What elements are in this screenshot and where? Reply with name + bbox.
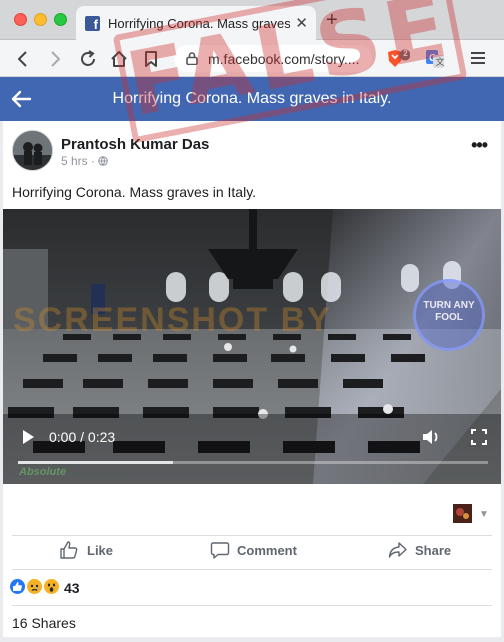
author-avatar[interactable] xyxy=(12,130,53,171)
video-player[interactable]: SCREENSHOT BY TURN ANY FOOL 0:00 / 0:23 … xyxy=(3,209,501,484)
share-button[interactable]: Share xyxy=(388,540,458,562)
page-title: Horrifying Corona. Mass graves in Italy. xyxy=(112,90,392,107)
facebook-header: Horrifying Corona. Mass graves in Italy. xyxy=(0,77,504,121)
more-options-button[interactable]: ••• xyxy=(471,135,488,156)
lock-icon xyxy=(186,52,198,65)
post-card: Prantosh Kumar Das 5 hrs · ••• Horrifyin… xyxy=(3,121,501,637)
back-arrow-icon[interactable] xyxy=(12,48,34,70)
forward-arrow-icon[interactable] xyxy=(44,48,66,70)
reaction-as-avatar[interactable] xyxy=(453,504,472,523)
tab-close-icon[interactable]: ✕ xyxy=(295,14,308,32)
home-icon[interactable] xyxy=(108,48,130,70)
play-icon[interactable] xyxy=(21,429,35,445)
like-reaction-icon xyxy=(9,578,26,595)
translate-icon[interactable]: G 文 xyxy=(425,49,445,69)
browser-toolbar: m.facebook.com/story.... 2 G 文 xyxy=(0,40,504,77)
zoom-window-button[interactable] xyxy=(54,13,67,26)
comment-button[interactable]: Comment xyxy=(210,540,310,562)
divider xyxy=(12,605,492,606)
volume-icon[interactable] xyxy=(421,428,441,446)
hamburger-icon[interactable] xyxy=(470,51,486,65)
video-progress-bar[interactable] xyxy=(18,461,488,464)
reload-icon[interactable] xyxy=(77,48,99,70)
new-tab-button[interactable]: + xyxy=(326,10,338,30)
minimize-window-button[interactable] xyxy=(34,13,47,26)
share-icon xyxy=(388,542,407,558)
author-name[interactable]: Prantosh Kumar Das xyxy=(61,136,209,153)
post-meta: 5 hrs · xyxy=(61,154,109,168)
svg-text:文: 文 xyxy=(436,56,445,67)
comment-label: Comment xyxy=(237,543,297,558)
browser-tab-bar: f Horrifying Corona. Mass graves in Ital… xyxy=(0,0,504,40)
browser-tab-active[interactable]: f Horrifying Corona. Mass graves in Ital… xyxy=(76,6,316,40)
like-label: Like xyxy=(87,543,114,558)
wow-reaction-icon xyxy=(43,578,60,595)
sad-reaction-icon xyxy=(26,578,43,595)
video-time: 0:00 / 0:23 xyxy=(49,429,116,445)
brave-badge-count: 2 xyxy=(403,49,408,58)
divider xyxy=(12,569,492,570)
address-bar[interactable]: m.facebook.com/story.... xyxy=(174,45,372,72)
video-buffer-fill xyxy=(18,461,174,464)
comment-icon xyxy=(210,542,230,559)
facebook-favicon-icon: f xyxy=(85,16,100,31)
bookmark-icon[interactable] xyxy=(140,48,162,70)
chevron-down-icon[interactable]: ▼ xyxy=(479,509,489,520)
thumbs-up-icon xyxy=(60,541,78,559)
share-count[interactable]: 16 Shares xyxy=(12,615,76,631)
tab-title: Horrifying Corona. Mass graves in Italy. xyxy=(108,16,290,31)
screenshot-watermark: SCREENSHOT BY xyxy=(13,301,332,339)
divider xyxy=(12,535,492,536)
post-caption: Horrifying Corona. Mass graves in Italy. xyxy=(12,184,257,200)
watermark-logo: TURN ANY FOOL xyxy=(413,279,485,351)
globe-icon xyxy=(98,156,109,166)
reaction-count[interactable]: 43 xyxy=(64,580,80,596)
like-button[interactable]: Like xyxy=(59,540,149,562)
url-text: m.facebook.com/story.... xyxy=(208,51,360,67)
share-label: Share xyxy=(415,543,452,558)
post-time: 5 hrs · xyxy=(61,154,96,168)
corner-logo: Absolute xyxy=(19,466,67,478)
fullscreen-icon[interactable] xyxy=(471,429,487,445)
close-window-button[interactable] xyxy=(14,13,27,26)
